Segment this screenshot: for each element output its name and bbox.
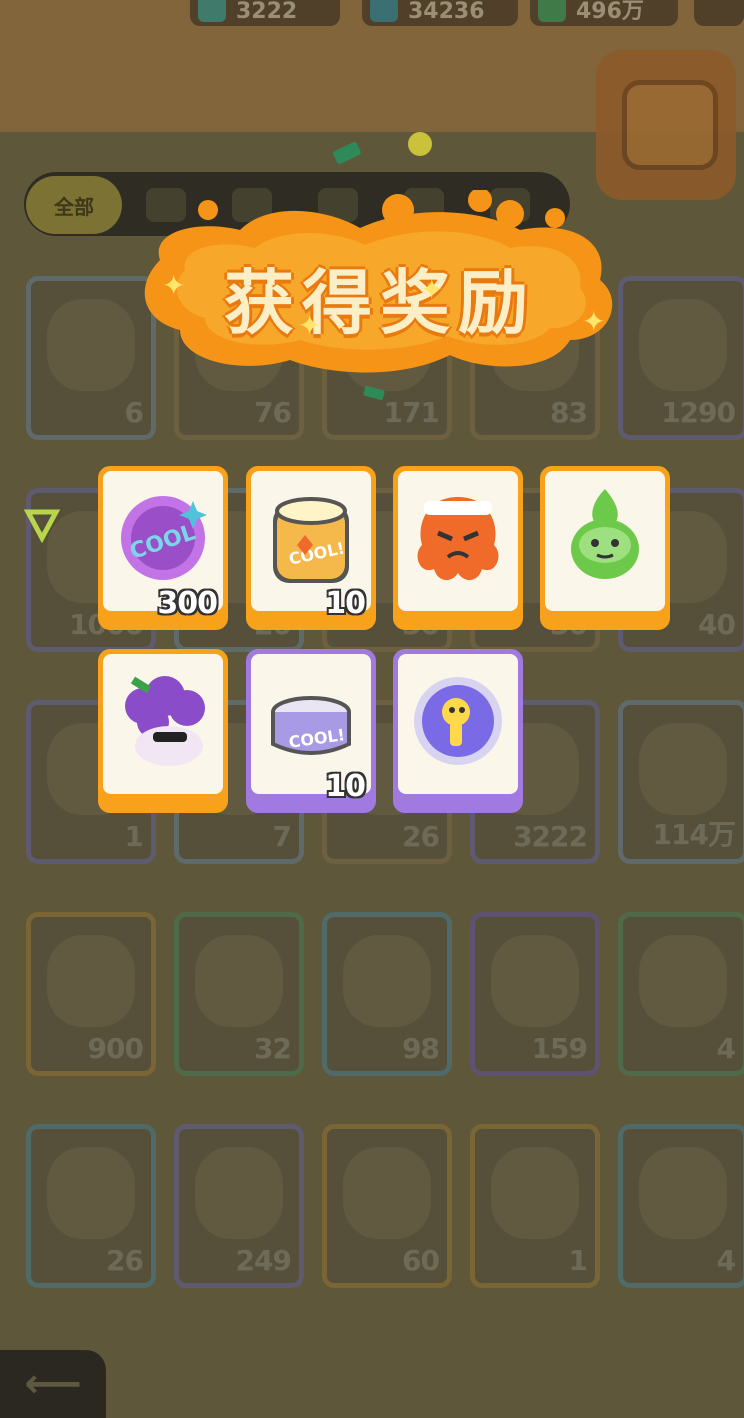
inventory-item-count: 114万 <box>652 818 736 851</box>
inventory-item-icon <box>47 1147 135 1239</box>
inventory-item[interactable]: 4 <box>618 1124 744 1288</box>
inventory-item-count: 159 <box>531 1032 588 1065</box>
inventory-item-count: 900 <box>87 1032 144 1065</box>
confetti <box>333 142 361 164</box>
inventory-item[interactable]: 114万 <box>618 700 744 864</box>
inventory-item[interactable]: 60 <box>322 1124 452 1288</box>
inventory-item-icon <box>639 723 727 815</box>
back-arrow-icon: ⟵ <box>24 1361 82 1407</box>
inventory-item[interactable]: 26 <box>26 1124 156 1288</box>
inventory-item[interactable]: 900 <box>26 912 156 1076</box>
inventory-item-count: 40 <box>698 608 736 641</box>
inventory-item-count: 7 <box>272 820 293 853</box>
reward-card[interactable] <box>393 649 523 813</box>
grape-hair-creature-icon <box>113 666 213 776</box>
inventory-item-count: 98 <box>402 1032 440 1065</box>
inventory-item-count: 1 <box>124 820 145 853</box>
inventory-item-icon <box>639 935 727 1027</box>
inventory-item-icon <box>195 935 283 1027</box>
backpack-icon[interactable] <box>596 50 736 200</box>
gold-can-icon: COOL! <box>261 483 361 593</box>
reward-card[interactable] <box>98 649 228 813</box>
currency-value: 3222 <box>236 0 298 24</box>
inventory-item-count: 171 <box>383 396 440 429</box>
sparkle-icon: ✦ <box>420 273 444 306</box>
sparkle-icon: ✦ <box>298 309 322 342</box>
inventory-item[interactable]: 1290 <box>618 276 744 440</box>
inventory-item-count: 6 <box>124 396 145 429</box>
reward-count: 10 <box>325 769 366 804</box>
inventory-item-icon <box>639 299 727 391</box>
inventory-item-icon <box>491 935 579 1027</box>
filter-all-tab[interactable]: 全部 <box>26 176 122 234</box>
reward-count: 300 <box>157 586 218 621</box>
inventory-item-count: 76 <box>254 396 292 429</box>
inventory-item[interactable]: 32 <box>174 912 304 1076</box>
inventory-item-icon <box>343 1147 431 1239</box>
inventory-item-count: 4 <box>716 1032 737 1065</box>
settings-shortcut[interactable] <box>694 0 744 26</box>
currency-ticket: 34236 <box>362 0 518 26</box>
confetti <box>363 386 385 400</box>
filter-all-label: 全部 <box>54 194 94 219</box>
yellow-creature-badge-icon <box>408 666 508 776</box>
ticket-icon <box>370 0 398 22</box>
inventory-item-icon <box>47 935 135 1027</box>
inventory-item-count: 83 <box>550 396 588 429</box>
inventory-item[interactable]: 98 <box>322 912 452 1076</box>
inventory-item-icon <box>491 1147 579 1239</box>
reward-card[interactable]: COOL! 10 <box>246 466 376 630</box>
reward-title: 获得奖励 <box>224 262 536 344</box>
inventory-item-icon <box>195 1147 283 1239</box>
inventory-item-count: 249 <box>235 1244 292 1277</box>
currency-money: 496万 <box>530 0 678 26</box>
inventory-item-icon <box>343 935 431 1027</box>
inventory-item-count: 1290 <box>661 396 736 429</box>
currency-value: 34236 <box>408 0 485 24</box>
inventory-item-icon <box>47 299 135 391</box>
inventory-item[interactable]: 1 <box>470 1124 600 1288</box>
confetti <box>408 132 432 156</box>
currency-bucket: 3222 <box>190 0 340 26</box>
reward-card[interactable]: COOL 300 <box>98 466 228 630</box>
inventory-item-count: 32 <box>254 1032 292 1065</box>
inventory-item-count: 1 <box>568 1244 589 1277</box>
reward-count: 10 <box>325 586 366 621</box>
back-button[interactable]: ⟵ <box>0 1350 106 1418</box>
inventory-item-count: 26 <box>402 820 440 853</box>
sparkle-icon: ✦ <box>162 269 186 302</box>
reward-card[interactable] <box>393 466 523 630</box>
inventory-item-count: 26 <box>106 1244 144 1277</box>
purple-can-icon: COOL! <box>261 666 361 776</box>
confetti <box>23 509 61 544</box>
money-icon <box>538 0 566 22</box>
reward-card[interactable] <box>540 466 670 630</box>
cool-coin-icon: COOL <box>113 483 213 593</box>
bucket-icon <box>198 0 226 22</box>
sparkle-icon: ✦ <box>582 305 606 338</box>
inventory-item[interactable]: 249 <box>174 1124 304 1288</box>
inventory-item-count: 4 <box>716 1244 737 1277</box>
inventory-item-icon <box>639 1147 727 1239</box>
orange-squid-icon <box>408 483 508 593</box>
inventory-item[interactable]: 4 <box>618 912 744 1076</box>
inventory-item[interactable]: 159 <box>470 912 600 1076</box>
inventory-item-count: 3222 <box>513 820 588 853</box>
green-sprout-creature-icon <box>555 483 655 593</box>
currency-value: 496万 <box>576 0 644 24</box>
inventory-item-count: 60 <box>402 1244 440 1277</box>
reward-card[interactable]: COOL! 10 <box>246 649 376 813</box>
